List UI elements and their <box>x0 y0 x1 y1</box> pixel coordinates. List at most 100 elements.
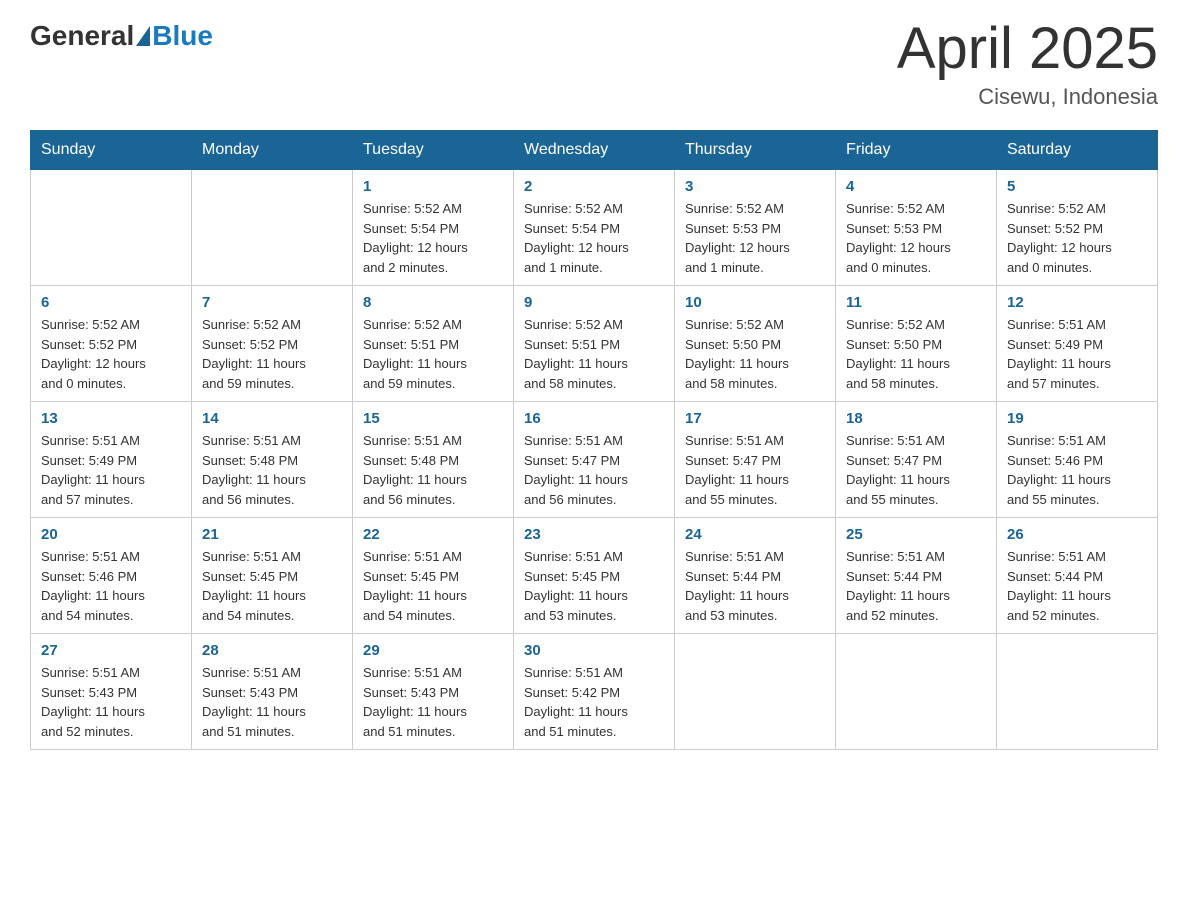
day-number: 28 <box>202 642 342 659</box>
header-thursday: Thursday <box>675 131 836 170</box>
table-row: 4 Sunrise: 5:52 AMSunset: 5:53 PMDaylight… <box>836 170 997 286</box>
day-number: 2 <box>524 178 664 195</box>
table-row: 25 Sunrise: 5:51 AMSunset: 5:44 PMDayligh… <box>836 518 997 634</box>
day-number: 1 <box>363 178 503 195</box>
table-row: 19 Sunrise: 5:51 AMSunset: 5:46 PMDayligh… <box>997 402 1158 518</box>
day-number: 20 <box>41 526 181 543</box>
calendar-body: 1 Sunrise: 5:52 AMSunset: 5:54 PMDaylight… <box>31 170 1158 750</box>
title-block: April 2025 Cisewu, Indonesia <box>897 20 1158 110</box>
day-number: 6 <box>41 294 181 311</box>
table-row <box>192 170 353 286</box>
table-row: 16 Sunrise: 5:51 AMSunset: 5:47 PMDayligh… <box>514 402 675 518</box>
day-number: 5 <box>1007 178 1147 195</box>
day-info: Sunrise: 5:51 AMSunset: 5:49 PMDaylight:… <box>41 431 181 509</box>
day-info: Sunrise: 5:52 AMSunset: 5:51 PMDaylight:… <box>363 315 503 393</box>
day-info: Sunrise: 5:52 AMSunset: 5:53 PMDaylight:… <box>685 199 825 277</box>
day-number: 19 <box>1007 410 1147 427</box>
day-info: Sunrise: 5:52 AMSunset: 5:50 PMDaylight:… <box>846 315 986 393</box>
table-row: 13 Sunrise: 5:51 AMSunset: 5:49 PMDayligh… <box>31 402 192 518</box>
day-number: 11 <box>846 294 986 311</box>
day-number: 15 <box>363 410 503 427</box>
table-row: 14 Sunrise: 5:51 AMSunset: 5:48 PMDayligh… <box>192 402 353 518</box>
day-info: Sunrise: 5:51 AMSunset: 5:47 PMDaylight:… <box>524 431 664 509</box>
table-row: 23 Sunrise: 5:51 AMSunset: 5:45 PMDayligh… <box>514 518 675 634</box>
table-row: 21 Sunrise: 5:51 AMSunset: 5:45 PMDayligh… <box>192 518 353 634</box>
month-title: April 2025 <box>897 20 1158 78</box>
table-row: 20 Sunrise: 5:51 AMSunset: 5:46 PMDayligh… <box>31 518 192 634</box>
day-info: Sunrise: 5:51 AMSunset: 5:44 PMDaylight:… <box>1007 547 1147 625</box>
day-info: Sunrise: 5:51 AMSunset: 5:43 PMDaylight:… <box>41 663 181 741</box>
table-row: 9 Sunrise: 5:52 AMSunset: 5:51 PMDaylight… <box>514 286 675 402</box>
table-row: 26 Sunrise: 5:51 AMSunset: 5:44 PMDayligh… <box>997 518 1158 634</box>
table-row: 24Sunrise: 5:51 AMSunset: 5:44 PMDayligh… <box>675 518 836 634</box>
table-row: 17 Sunrise: 5:51 AMSunset: 5:47 PMDayligh… <box>675 402 836 518</box>
day-info: Sunrise: 5:52 AMSunset: 5:52 PMDaylight:… <box>41 315 181 393</box>
logo: General Blue <box>30 20 213 52</box>
day-number: 3 <box>685 178 825 195</box>
table-row: 27Sunrise: 5:51 AMSunset: 5:43 PMDayligh… <box>31 634 192 750</box>
table-row: 11 Sunrise: 5:52 AMSunset: 5:50 PMDayligh… <box>836 286 997 402</box>
location: Cisewu, Indonesia <box>897 84 1158 110</box>
day-info: Sunrise: 5:52 AMSunset: 5:54 PMDaylight:… <box>363 199 503 277</box>
day-info: Sunrise: 5:51 AMSunset: 5:45 PMDaylight:… <box>202 547 342 625</box>
day-info: Sunrise: 5:51 AMSunset: 5:47 PMDaylight:… <box>685 431 825 509</box>
day-number: 13 <box>41 410 181 427</box>
day-number: 24 <box>685 526 825 543</box>
table-row <box>31 170 192 286</box>
table-row: 30 Sunrise: 5:51 AMSunset: 5:42 PMDayligh… <box>514 634 675 750</box>
table-row <box>997 634 1158 750</box>
table-row: 28Sunrise: 5:51 AMSunset: 5:43 PMDayligh… <box>192 634 353 750</box>
day-info: Sunrise: 5:51 AMSunset: 5:46 PMDaylight:… <box>41 547 181 625</box>
table-row: 18 Sunrise: 5:51 AMSunset: 5:47 PMDayligh… <box>836 402 997 518</box>
day-number: 18 <box>846 410 986 427</box>
day-number: 30 <box>524 642 664 659</box>
day-number: 8 <box>363 294 503 311</box>
day-info: Sunrise: 5:51 AMSunset: 5:49 PMDaylight:… <box>1007 315 1147 393</box>
table-row: 22Sunrise: 5:51 AMSunset: 5:45 PMDayligh… <box>353 518 514 634</box>
header-tuesday: Tuesday <box>353 131 514 170</box>
day-number: 10 <box>685 294 825 311</box>
day-number: 16 <box>524 410 664 427</box>
day-info: Sunrise: 5:52 AMSunset: 5:54 PMDaylight:… <box>524 199 664 277</box>
table-row <box>836 634 997 750</box>
header-sunday: Sunday <box>31 131 192 170</box>
day-number: 9 <box>524 294 664 311</box>
day-info: Sunrise: 5:51 AMSunset: 5:47 PMDaylight:… <box>846 431 986 509</box>
table-row: 8 Sunrise: 5:52 AMSunset: 5:51 PMDaylight… <box>353 286 514 402</box>
table-row: 12Sunrise: 5:51 AMSunset: 5:49 PMDayligh… <box>997 286 1158 402</box>
day-number: 4 <box>846 178 986 195</box>
table-row: 29Sunrise: 5:51 AMSunset: 5:43 PMDayligh… <box>353 634 514 750</box>
day-number: 14 <box>202 410 342 427</box>
day-info: Sunrise: 5:51 AMSunset: 5:46 PMDaylight:… <box>1007 431 1147 509</box>
day-number: 21 <box>202 526 342 543</box>
day-info: Sunrise: 5:52 AMSunset: 5:53 PMDaylight:… <box>846 199 986 277</box>
day-info: Sunrise: 5:51 AMSunset: 5:45 PMDaylight:… <box>524 547 664 625</box>
day-number: 25 <box>846 526 986 543</box>
day-info: Sunrise: 5:51 AMSunset: 5:43 PMDaylight:… <box>363 663 503 741</box>
table-row: 5 Sunrise: 5:52 AMSunset: 5:52 PMDaylight… <box>997 170 1158 286</box>
day-number: 26 <box>1007 526 1147 543</box>
table-row <box>675 634 836 750</box>
table-row: 3 Sunrise: 5:52 AMSunset: 5:53 PMDaylight… <box>675 170 836 286</box>
day-number: 23 <box>524 526 664 543</box>
day-number: 17 <box>685 410 825 427</box>
header-wednesday: Wednesday <box>514 131 675 170</box>
day-info: Sunrise: 5:51 AMSunset: 5:44 PMDaylight:… <box>846 547 986 625</box>
header-friday: Friday <box>836 131 997 170</box>
day-info: Sunrise: 5:52 AMSunset: 5:52 PMDaylight:… <box>1007 199 1147 277</box>
table-row: 1 Sunrise: 5:52 AMSunset: 5:54 PMDaylight… <box>353 170 514 286</box>
day-info: Sunrise: 5:51 AMSunset: 5:48 PMDaylight:… <box>202 431 342 509</box>
logo-general-text: General <box>30 20 134 52</box>
table-row: 2 Sunrise: 5:52 AMSunset: 5:54 PMDaylight… <box>514 170 675 286</box>
page-header: General Blue April 2025 Cisewu, Indonesi… <box>30 20 1158 110</box>
day-info: Sunrise: 5:51 AMSunset: 5:42 PMDaylight:… <box>524 663 664 741</box>
day-info: Sunrise: 5:52 AMSunset: 5:51 PMDaylight:… <box>524 315 664 393</box>
day-info: Sunrise: 5:51 AMSunset: 5:45 PMDaylight:… <box>363 547 503 625</box>
table-row: 7Sunrise: 5:52 AMSunset: 5:52 PMDaylight… <box>192 286 353 402</box>
day-info: Sunrise: 5:51 AMSunset: 5:48 PMDaylight:… <box>363 431 503 509</box>
table-row: 15 Sunrise: 5:51 AMSunset: 5:48 PMDayligh… <box>353 402 514 518</box>
table-row: 10Sunrise: 5:52 AMSunset: 5:50 PMDayligh… <box>675 286 836 402</box>
calendar-table: Sunday Monday Tuesday Wednesday Thursday… <box>30 130 1158 750</box>
logo-triangle-icon <box>136 26 150 46</box>
calendar-header: Sunday Monday Tuesday Wednesday Thursday… <box>31 131 1158 170</box>
